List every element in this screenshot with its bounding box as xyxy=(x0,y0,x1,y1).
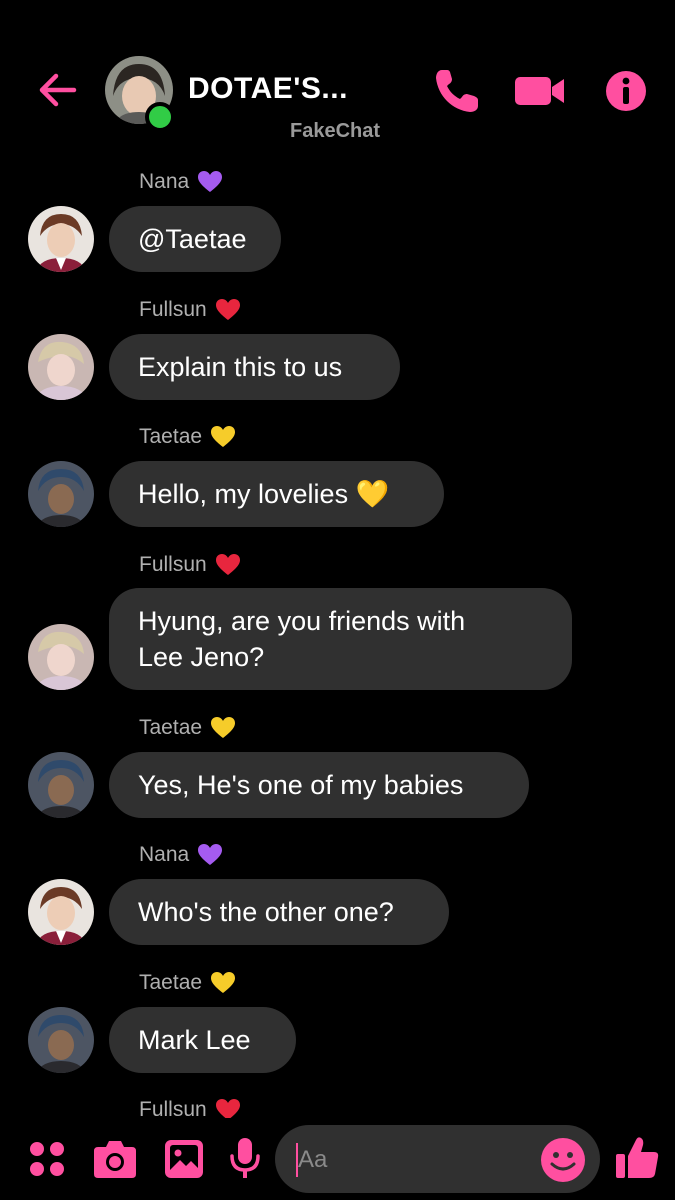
message-bubble[interactable]: Mark Lee xyxy=(109,1007,296,1073)
sender-name: Fullsun xyxy=(139,553,241,577)
yellow-heart-icon xyxy=(211,972,236,993)
message-bubble[interactable]: Hello, my lovelies 💛 xyxy=(109,461,444,527)
arrow-left-icon[interactable] xyxy=(34,66,82,114)
image-icon[interactable] xyxy=(163,1138,205,1180)
sender-name: Taetae xyxy=(139,971,236,995)
yellow-heart-icon xyxy=(211,426,236,447)
purple-heart-icon xyxy=(198,844,223,865)
chat-header: DOTAE'S... FakeChat xyxy=(0,0,675,160)
phone-icon[interactable] xyxy=(432,66,484,116)
sender-label: Fullsun xyxy=(139,553,207,576)
sender-label: Nana xyxy=(139,170,190,193)
avatar[interactable] xyxy=(28,334,94,400)
message-bubble[interactable]: Yes, He's one of my babies xyxy=(109,752,529,818)
sender-name: Taetae xyxy=(139,716,236,740)
avatar[interactable] xyxy=(28,879,94,945)
sender-name: Nana xyxy=(139,843,223,867)
message-bubble[interactable]: Who's the other one? xyxy=(109,879,449,945)
chat-subtitle: FakeChat xyxy=(290,120,381,142)
message-bubble[interactable]: @Taetae xyxy=(109,206,281,272)
red-heart-icon xyxy=(215,299,240,320)
sender-label: Taetae xyxy=(139,971,203,994)
thumbs-up-icon[interactable] xyxy=(614,1134,660,1182)
camera-icon[interactable] xyxy=(92,1138,138,1180)
microphone-icon[interactable] xyxy=(228,1136,262,1182)
smiley-icon[interactable] xyxy=(539,1136,587,1184)
sender-label: Fullsun xyxy=(139,298,207,321)
sender-label: Taetae xyxy=(139,716,203,739)
avatar[interactable] xyxy=(28,752,94,818)
sender-name: Taetae xyxy=(139,425,236,449)
sender-label: Nana xyxy=(139,843,190,866)
message-bubble[interactable]: Hyung, are you friends with Lee Jeno? xyxy=(109,588,572,690)
chat-title[interactable]: DOTAE'S... xyxy=(188,72,348,106)
online-indicator xyxy=(145,102,175,132)
info-icon[interactable] xyxy=(601,66,651,116)
sender-name: Nana xyxy=(139,170,223,194)
message-placeholder: Aa xyxy=(298,1146,328,1173)
yellow-heart-icon xyxy=(211,717,236,738)
red-heart-icon xyxy=(215,554,240,575)
avatar[interactable] xyxy=(28,461,94,527)
message-bubble[interactable]: Explain this to us xyxy=(109,334,400,400)
sender-label: Taetae xyxy=(139,425,203,448)
apps-dots-icon[interactable] xyxy=(28,1140,66,1178)
avatar[interactable] xyxy=(28,624,94,690)
avatar[interactable] xyxy=(28,1007,94,1073)
video-camera-icon[interactable] xyxy=(512,66,568,116)
purple-heart-icon xyxy=(198,171,223,192)
sender-name: Fullsun xyxy=(139,298,241,322)
avatar[interactable] xyxy=(28,206,94,272)
